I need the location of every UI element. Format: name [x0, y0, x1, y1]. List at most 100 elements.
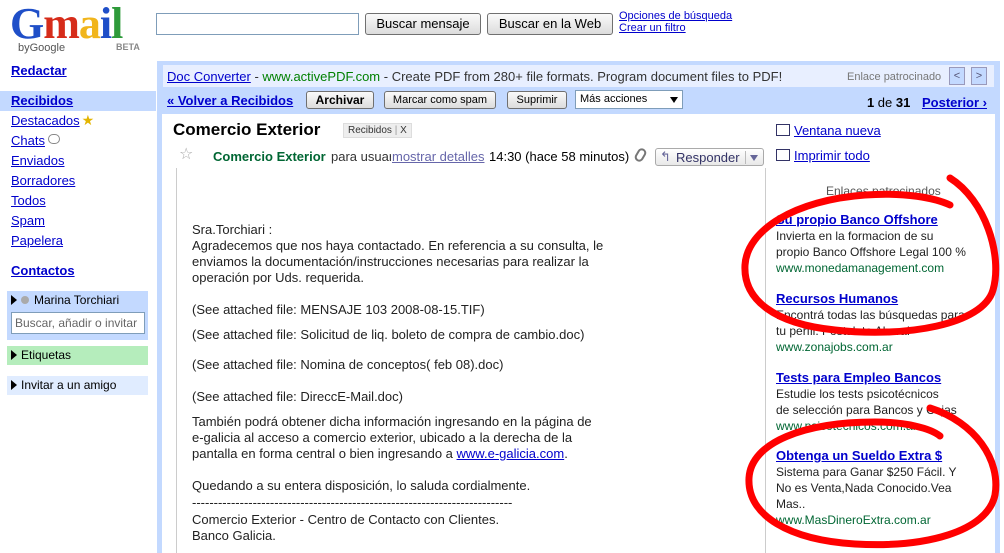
body-closing: Quedando a su entera disposición, lo sal…	[192, 478, 531, 493]
attachment-1: (See attached file: MENSAJE 103 2008-08-…	[192, 302, 485, 317]
separator	[745, 151, 746, 164]
attachment-4: (See attached file: DireccE-Mail.doc)	[192, 389, 403, 404]
chat-user-name: Marina Torchiari	[34, 293, 120, 307]
side-ad-line: No es Venta,Nada Conocido.Vea	[776, 481, 952, 495]
side-ad-url[interactable]: www.monedamanagement.com	[776, 260, 976, 276]
nav-all-label[interactable]: Todos	[11, 193, 46, 208]
nav-inbox-label[interactable]: Recibidos	[11, 93, 73, 108]
top-ad-url[interactable]: www.activePDF.com	[262, 69, 380, 84]
remove-label-button[interactable]: X	[400, 125, 407, 136]
side-ad-4: Obtenga un Sueldo Extra $ Sistema para G…	[776, 448, 976, 528]
nav-item-trash[interactable]: Papelera	[11, 233, 63, 248]
chat-search-input[interactable]: Buscar, añadir o invitar	[11, 312, 145, 334]
report-spam-button[interactable]: Marcar como spam	[384, 91, 496, 109]
side-ad-line: Sistema para Ganar $250 Fácil. Y	[776, 465, 957, 479]
star-icon[interactable]: ☆	[179, 144, 193, 164]
top-ad-title-link[interactable]: Doc Converter	[167, 69, 251, 84]
body-line-text: pantalla en forma central o bien ingresa…	[192, 446, 453, 461]
body-paragraph-2: También podrá obtener dicha información …	[192, 414, 632, 462]
back-to-inbox-link[interactable]: « Volver a Recibidos	[167, 93, 293, 108]
label-chip-text[interactable]: Recibidos	[348, 125, 392, 136]
more-actions-select[interactable]: Más acciones	[575, 90, 683, 109]
nav-item-drafts[interactable]: Borradores	[11, 173, 75, 188]
side-ad-title[interactable]: Su propio Banco Offshore	[776, 212, 976, 228]
gmail-logo[interactable]: Gmail byGoogle BETA	[10, 2, 140, 58]
chat-box: Marina Torchiari Buscar, añadir o invita…	[7, 291, 148, 340]
ad-next-button[interactable]: >	[971, 67, 987, 85]
nav-spam-label[interactable]: Spam	[11, 213, 45, 228]
dropdown-arrow-icon	[670, 97, 678, 103]
body-line: pantalla en forma central o bien ingresa…	[192, 446, 632, 462]
nav-trash-label[interactable]: Papelera	[11, 233, 63, 248]
more-actions-label: Más acciones	[580, 93, 648, 105]
e-galicia-link[interactable]: www.e-galicia.com	[457, 446, 565, 461]
nav-item-contacts[interactable]: Contactos	[11, 263, 75, 278]
show-details-link[interactable]: mostrar detalles	[392, 149, 484, 164]
attachment-3: (See attached file: Nomina de conceptos(…	[192, 357, 504, 372]
nav-item-chats[interactable]: Chats	[11, 133, 60, 148]
new-window-icon	[776, 124, 790, 136]
compose-link[interactable]: Redactar	[11, 63, 67, 78]
expand-triangle-icon	[11, 380, 17, 390]
nav-starred-label[interactable]: Destacados	[11, 113, 80, 128]
search-input[interactable]	[156, 13, 359, 35]
body-paragraph-1: Agradecemos que nos haya contactado. En …	[192, 238, 632, 286]
nav-item-inbox[interactable]: Recibidos	[0, 91, 156, 111]
invite-box[interactable]: Invitar a un amigo	[7, 376, 148, 395]
nav-sent-label[interactable]: Enviados	[11, 153, 64, 168]
body-line: e-galicia al acceso a comercio exterior,…	[192, 430, 573, 445]
search-mail-button[interactable]: Buscar mensaje	[365, 13, 481, 35]
nav-item-all[interactable]: Todos	[11, 193, 46, 208]
create-filter-link[interactable]: Crear un filtro	[619, 22, 732, 34]
reply-dropdown-icon[interactable]	[750, 155, 758, 161]
side-ad-line: Invierta en la formacion de su	[776, 229, 934, 243]
body-line: enviamos la documentación/instrucciones …	[192, 254, 589, 269]
side-ad-url[interactable]: www.psicotecnicos.com.ar	[776, 418, 976, 434]
reply-arrow-icon: ↰	[660, 149, 671, 164]
side-ad-line: Encontrá todas las búsquedas para	[776, 308, 965, 322]
message-header: ☆ Comercio Exterior para usuario mostrar…	[176, 146, 766, 166]
sponsored-links-title: Enlaces patrocinados	[826, 184, 941, 198]
expand-triangle-icon	[11, 295, 17, 305]
pager-current: 1	[866, 95, 875, 110]
print-all-link[interactable]: Imprimir todo	[776, 148, 870, 163]
print-all-label[interactable]: Imprimir todo	[794, 148, 870, 163]
side-ad-line: Estudie los tests psicotécnicos	[776, 387, 939, 401]
signature-line-1: Comercio Exterior - Centro de Contacto c…	[192, 512, 500, 527]
new-window-link[interactable]: Ventana nueva	[776, 123, 881, 138]
expand-triangle-icon	[11, 350, 17, 360]
reply-button[interactable]: ↰ Responder	[655, 148, 764, 166]
new-window-label[interactable]: Ventana nueva	[794, 123, 881, 138]
side-ad-line: tu perfil. Postulate Ahora!	[776, 324, 911, 338]
archive-button[interactable]: Archivar	[306, 91, 374, 109]
chat-box-header[interactable]: Marina Torchiari	[7, 291, 148, 310]
ad-prev-button[interactable]: <	[949, 67, 965, 85]
nav-item-sent[interactable]: Enviados	[11, 153, 64, 168]
message-toolbar: « Volver a Recibidos Archivar Marcar com…	[162, 89, 995, 113]
paperclip-icon	[633, 146, 648, 164]
pager: 1 de 31 Posterior ›	[867, 95, 987, 110]
search-web-button[interactable]: Buscar en la Web	[487, 13, 613, 35]
side-ad-url[interactable]: www.zonajobs.com.ar	[776, 339, 976, 355]
side-ad-title[interactable]: Recursos Humanos	[776, 291, 976, 307]
label-chip: Recibidos | X	[343, 123, 412, 138]
sponsored-label: Enlace patrocinado	[847, 71, 942, 83]
nav-item-starred[interactable]: Destacados ★	[11, 112, 94, 129]
search-options-link[interactable]: Opciones de búsqueda	[619, 10, 732, 22]
side-ad-url[interactable]: www.MasDineroExtra.com.ar	[776, 512, 976, 528]
sender-name[interactable]: Comercio Exterior	[213, 149, 326, 164]
side-ad-1: Su propio Banco Offshore Invierta en la …	[776, 212, 976, 276]
side-ad-title[interactable]: Tests para Empleo Bancos	[776, 370, 976, 386]
nav-chats-label[interactable]: Chats	[11, 133, 45, 148]
nav-item-spam[interactable]: Spam	[11, 213, 45, 228]
next-message-link[interactable]: Posterior ›	[922, 95, 987, 110]
top-ad-bar: Doc Converter - www.activePDF.com - Crea…	[162, 64, 995, 88]
side-ad-title[interactable]: Obtenga un Sueldo Extra $	[776, 448, 976, 464]
body-line: También podrá obtener dicha información …	[192, 414, 592, 429]
labels-box[interactable]: Etiquetas	[7, 346, 148, 365]
nav-drafts-label[interactable]: Borradores	[11, 173, 75, 188]
chat-bubble-icon	[47, 134, 60, 144]
delete-button[interactable]: Suprimir	[507, 91, 567, 109]
nav-contacts-label[interactable]: Contactos	[11, 263, 75, 278]
top-ad-text: Doc Converter - www.activePDF.com - Crea…	[167, 69, 783, 84]
